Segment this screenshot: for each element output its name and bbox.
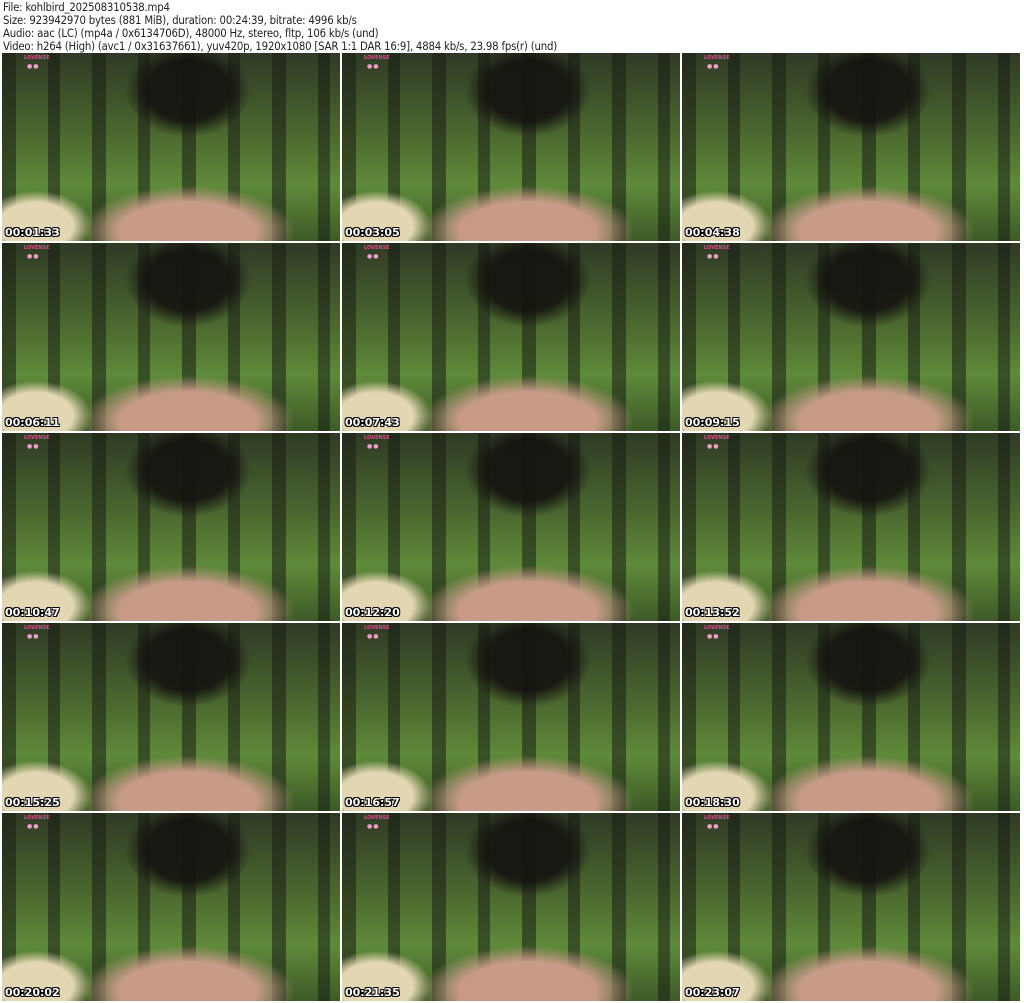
timestamp: 00:07:43 <box>345 416 400 429</box>
watermark-icon: ●● <box>367 253 380 260</box>
file-name: File: kohlbird_202508310538.mp4 <box>3 1 170 14</box>
video-thumbnail: LOVENSE ●● 00:10:47 <box>2 433 340 621</box>
watermark-logo: LOVENSE <box>704 815 730 821</box>
video-thumbnail: LOVENSE ●● 00:13:52 <box>682 433 1020 621</box>
watermark-icon: ●● <box>27 63 40 70</box>
timestamp: 00:04:38 <box>685 226 740 239</box>
watermark-icon: ●● <box>707 443 720 450</box>
video-thumbnail: LOVENSE ●● 00:01:33 <box>2 53 340 241</box>
watermark-icon: ●● <box>27 823 40 830</box>
video-thumbnail: LOVENSE ●● 00:03:05 <box>342 53 680 241</box>
timestamp: 00:16:57 <box>345 796 400 809</box>
timestamp: 00:09:15 <box>685 416 740 429</box>
timestamp: 00:03:05 <box>345 226 400 239</box>
video-thumbnail: LOVENSE ●● 00:04:38 <box>682 53 1020 241</box>
video-thumbnail: LOVENSE ●● 00:07:43 <box>342 243 680 431</box>
watermark-logo: LOVENSE <box>24 815 50 821</box>
timestamp: 00:01:33 <box>5 226 60 239</box>
timestamp: 00:06:11 <box>5 416 60 429</box>
watermark-icon: ●● <box>27 443 40 450</box>
timestamp: 00:23:07 <box>685 986 740 999</box>
timestamp: 00:21:35 <box>345 986 400 999</box>
audio-info: Audio: aac (LC) (mp4a / 0x6134706D), 480… <box>3 27 379 40</box>
video-thumbnail: LOVENSE ●● 00:16:57 <box>342 623 680 811</box>
thumbnail-grid: LOVENSE ●● 00:01:33 LOVENSE ●● 00:03:05 LOVENS… <box>2 53 1020 1001</box>
video-thumbnail: LOVENSE ●● 00:21:35 <box>342 813 680 1001</box>
video-thumbnail: LOVENSE ●● 00:09:15 <box>682 243 1020 431</box>
video-thumbnail: LOVENSE ●● 00:18:30 <box>682 623 1020 811</box>
timestamp: 00:15:25 <box>5 796 60 809</box>
video-thumbnail: LOVENSE ●● 00:20:02 <box>2 813 340 1001</box>
timestamp: 00:12:20 <box>345 606 400 619</box>
video-thumbnail: LOVENSE ●● 00:15:25 <box>2 623 340 811</box>
watermark-logo: LOVENSE <box>364 435 390 441</box>
video-thumbnail: LOVENSE ●● 00:06:11 <box>2 243 340 431</box>
watermark-icon: ●● <box>367 443 380 450</box>
timestamp: 00:20:02 <box>5 986 60 999</box>
watermark-icon: ●● <box>367 633 380 640</box>
watermark-icon: ●● <box>707 63 720 70</box>
watermark-icon: ●● <box>367 823 380 830</box>
video-thumbnail: LOVENSE ●● 00:23:07 <box>682 813 1020 1001</box>
timestamp: 00:13:52 <box>685 606 740 619</box>
watermark-icon: ●● <box>27 633 40 640</box>
watermark-logo: LOVENSE <box>704 55 730 61</box>
watermark-logo: LOVENSE <box>24 245 50 251</box>
watermark-icon: ●● <box>707 823 720 830</box>
watermark-logo: LOVENSE <box>364 245 390 251</box>
watermark-logo: LOVENSE <box>704 435 730 441</box>
file-size: Size: 923942970 bytes (881 MiB), duratio… <box>3 14 357 27</box>
video-info: Video: h264 (High) (avc1 / 0x31637661), … <box>3 40 557 53</box>
timestamp: 00:10:47 <box>5 606 60 619</box>
watermark-logo: LOVENSE <box>24 435 50 441</box>
watermark-logo: LOVENSE <box>24 55 50 61</box>
watermark-icon: ●● <box>367 63 380 70</box>
watermark-logo: LOVENSE <box>704 625 730 631</box>
timestamp: 00:18:30 <box>685 796 740 809</box>
video-thumbnail: LOVENSE ●● 00:12:20 <box>342 433 680 621</box>
watermark-logo: LOVENSE <box>364 815 390 821</box>
watermark-logo: LOVENSE <box>364 625 390 631</box>
watermark-icon: ●● <box>707 633 720 640</box>
watermark-icon: ●● <box>27 253 40 260</box>
watermark-logo: LOVENSE <box>24 625 50 631</box>
watermark-logo: LOVENSE <box>704 245 730 251</box>
watermark-logo: LOVENSE <box>364 55 390 61</box>
watermark-icon: ●● <box>707 253 720 260</box>
file-info: File: kohlbird_202508310538.mp4 Size: 92… <box>3 1 557 53</box>
